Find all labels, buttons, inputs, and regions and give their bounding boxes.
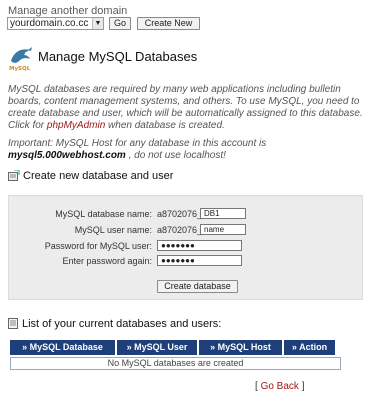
- domain-select[interactable]: yourdomain.co.cc ▼: [7, 17, 104, 30]
- list-icon: [8, 318, 18, 329]
- create-database-form: MySQL database name: a8702076_ DB1 MySQL…: [8, 195, 363, 300]
- create-database-button[interactable]: Create database: [157, 280, 238, 293]
- column-mysql-database[interactable]: » MySQL Database: [10, 340, 115, 355]
- password-label: Password for MySQL user:: [44, 241, 152, 251]
- user-prefix: a8702076_: [157, 225, 203, 235]
- column-action[interactable]: » Action: [284, 340, 335, 355]
- password-again-input[interactable]: ●●●●●●●: [157, 255, 242, 266]
- create-new-button[interactable]: Create New: [137, 17, 200, 30]
- select-caret-icon: ▼: [92, 18, 103, 29]
- page-title: Manage MySQL Databases: [38, 49, 198, 64]
- empty-table-message: No MySQL databases are created: [10, 357, 341, 370]
- phpmyadmin-link[interactable]: phpMyAdmin: [47, 120, 105, 131]
- mysql-dolphin-icon: MySQL: [9, 47, 32, 71]
- db-name-label: MySQL database name:: [55, 209, 152, 219]
- add-database-icon: [8, 170, 20, 181]
- list-section-heading: List of your current databases and users…: [8, 318, 221, 330]
- password-again-label: Enter password again:: [62, 256, 152, 266]
- user-name-input[interactable]: name: [200, 224, 246, 235]
- databases-table-header: » MySQL Database » MySQL User » MySQL Ho…: [10, 340, 341, 355]
- go-back: [ Go Back ]: [255, 381, 305, 392]
- password-input[interactable]: ●●●●●●●: [157, 240, 242, 251]
- go-back-link[interactable]: Go Back: [261, 381, 299, 392]
- go-button[interactable]: Go: [109, 17, 131, 30]
- intro-text: MySQL databases are required by many web…: [8, 84, 363, 131]
- important-notice: Important: MySQL Host for any database i…: [8, 138, 267, 161]
- svg-text:MySQL: MySQL: [9, 66, 31, 71]
- column-mysql-user[interactable]: » MySQL User: [117, 340, 197, 355]
- mysql-host-value: mysql5.000webhost.com: [8, 150, 126, 161]
- domain-select-value: yourdomain.co.cc: [10, 18, 89, 29]
- db-prefix: a8702076_: [157, 209, 203, 219]
- manage-another-domain-link[interactable]: Manage another domain: [8, 5, 127, 17]
- create-section-heading: Create new database and user: [8, 170, 173, 182]
- db-name-input[interactable]: DB1: [200, 208, 246, 219]
- column-mysql-host[interactable]: » MySQL Host: [199, 340, 282, 355]
- user-name-label: MySQL user name:: [74, 225, 152, 235]
